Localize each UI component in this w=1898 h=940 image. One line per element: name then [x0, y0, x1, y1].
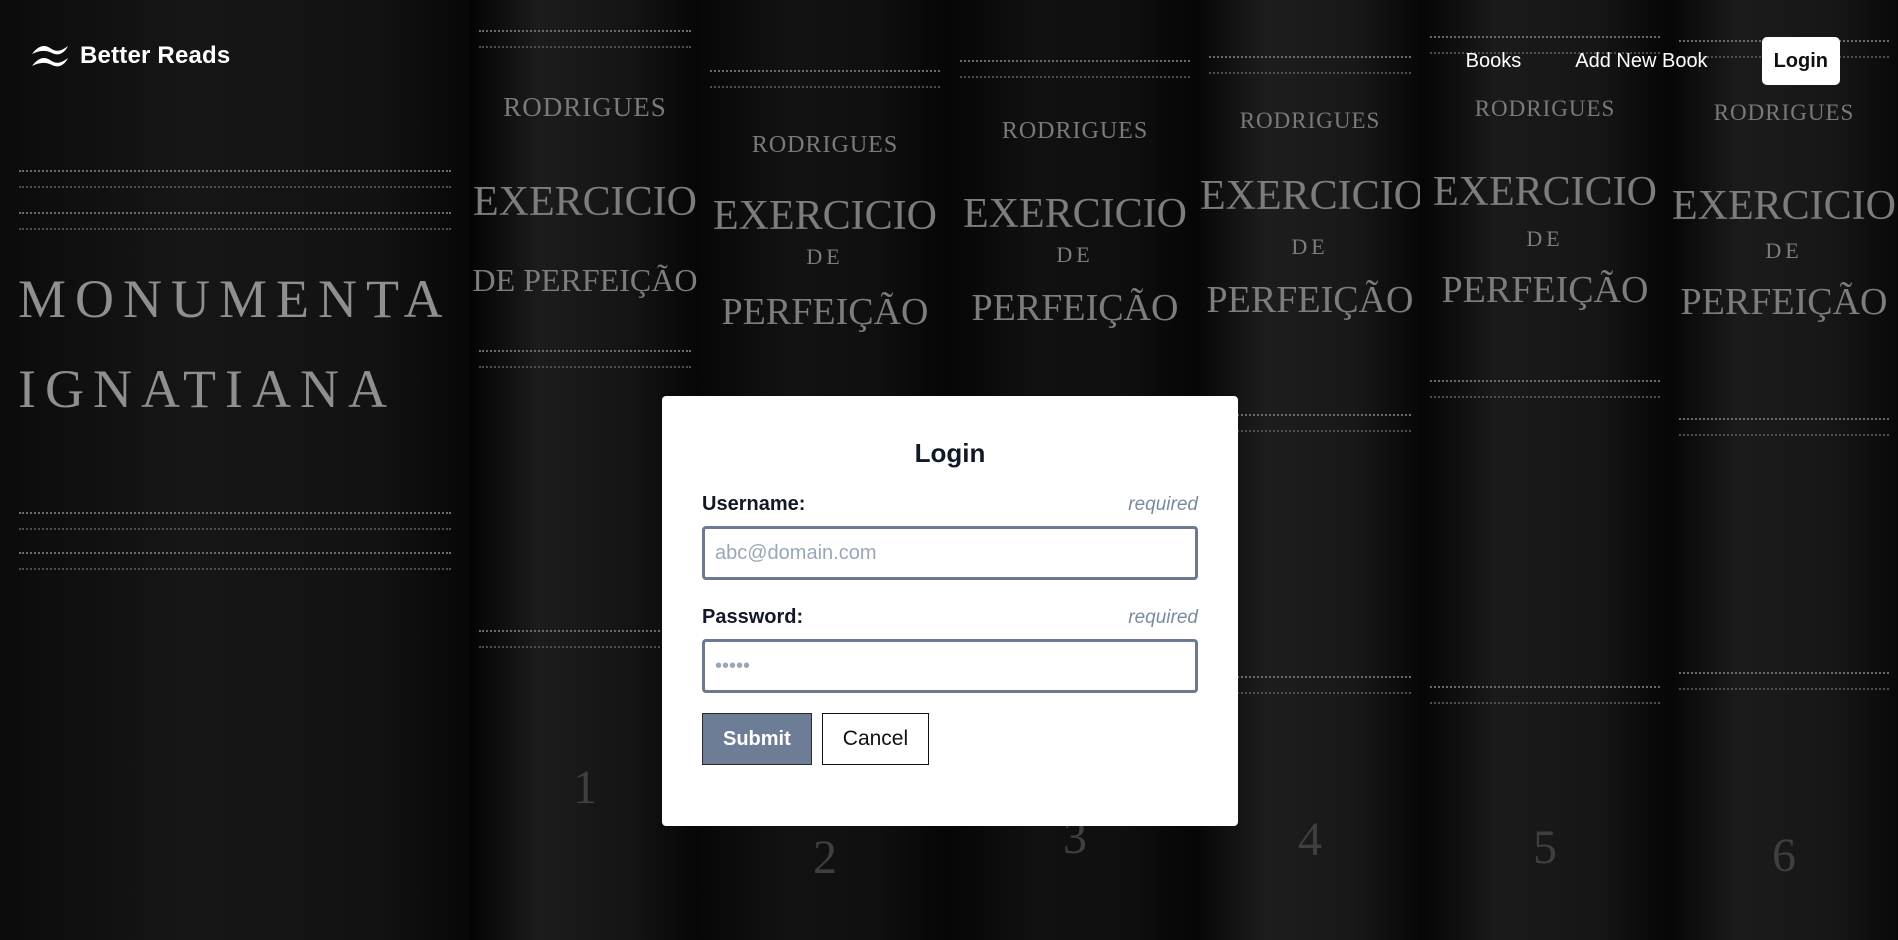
book-spine-title: DE — [1056, 242, 1094, 267]
nav-link-books[interactable]: Books — [1466, 50, 1522, 73]
book-spine-volume-6: RODRIGUES EXERCICIO DE PERFEIÇÃO 6 — [1670, 0, 1898, 940]
book-spine-title: PERFEIÇÃO — [1680, 281, 1888, 323]
book-spine-text: IGNATIANA — [18, 359, 396, 419]
book-spine-title: DE — [806, 244, 844, 269]
book-spine-text: MONUMENTA — [18, 269, 452, 329]
book-volume-number: 6 — [1772, 829, 1796, 882]
username-input[interactable] — [702, 526, 1198, 580]
wave-logo-icon — [32, 46, 68, 67]
password-label: Password: — [702, 606, 804, 628]
book-spine-title: DE — [1526, 226, 1564, 251]
login-modal: Login Username: required Password: requi… — [662, 396, 1238, 826]
username-label: Username: — [702, 493, 806, 515]
form-actions: Submit Cancel — [702, 713, 1198, 765]
book-spine-title: EXERCICIO — [963, 191, 1187, 237]
book-spine-title: PERFEIÇÃO — [971, 287, 1179, 329]
book-spine-title: PERFEIÇÃO — [721, 291, 929, 333]
book-spine-title: PERFEIÇÃO — [1441, 269, 1649, 311]
book-spine-title: DE — [1291, 234, 1329, 259]
book-spine-title: EXERCICIO — [1672, 183, 1896, 229]
nav-links: Books Add New Book Login — [1466, 37, 1840, 85]
book-spine-author: RODRIGUES — [751, 132, 899, 158]
book-spine-title: DE — [1765, 238, 1803, 263]
book-spine-author: RODRIGUES — [1001, 118, 1149, 144]
login-title: Login — [914, 438, 986, 468]
nav-link-add-new-book[interactable]: Add New Book — [1575, 50, 1707, 73]
password-input[interactable] — [702, 639, 1198, 693]
book-volume-number: 2 — [813, 831, 837, 884]
book-volume-number: 5 — [1533, 821, 1557, 874]
password-required-hint: required — [1128, 607, 1198, 628]
book-spine-title: EXERCICIO — [473, 179, 697, 225]
login-page: MONUMENTA IGNATIANA RODRIGUES EXERCICIO … — [0, 0, 1898, 940]
book-spine-title: EXERCICIO — [713, 193, 937, 239]
book-spine-title: EXERCICIO — [1200, 173, 1420, 219]
username-field-group: Username: required — [702, 493, 1198, 580]
submit-button[interactable]: Submit — [702, 713, 812, 765]
top-navbar: Better Reads Books Add New Book Login — [0, 0, 1898, 118]
book-spine-title: DE PERFEIÇÃO — [472, 262, 698, 298]
username-required-hint: required — [1128, 494, 1198, 515]
book-spine-title: PERFEIÇÃO — [1206, 279, 1414, 321]
nav-login-button[interactable]: Login — [1761, 37, 1840, 85]
cancel-button[interactable]: Cancel — [821, 713, 930, 765]
password-field-group: Password: required — [702, 606, 1198, 693]
book-spine-monumenta: MONUMENTA IGNATIANA — [0, 0, 470, 940]
book-spine-title: EXERCICIO — [1433, 169, 1657, 215]
book-spine-volume-5: RODRIGUES EXERCICIO DE PERFEIÇÃO 5 — [1420, 0, 1670, 940]
brand-name: Better Reads — [80, 42, 231, 69]
brand-home-link[interactable]: Better Reads — [30, 42, 230, 70]
